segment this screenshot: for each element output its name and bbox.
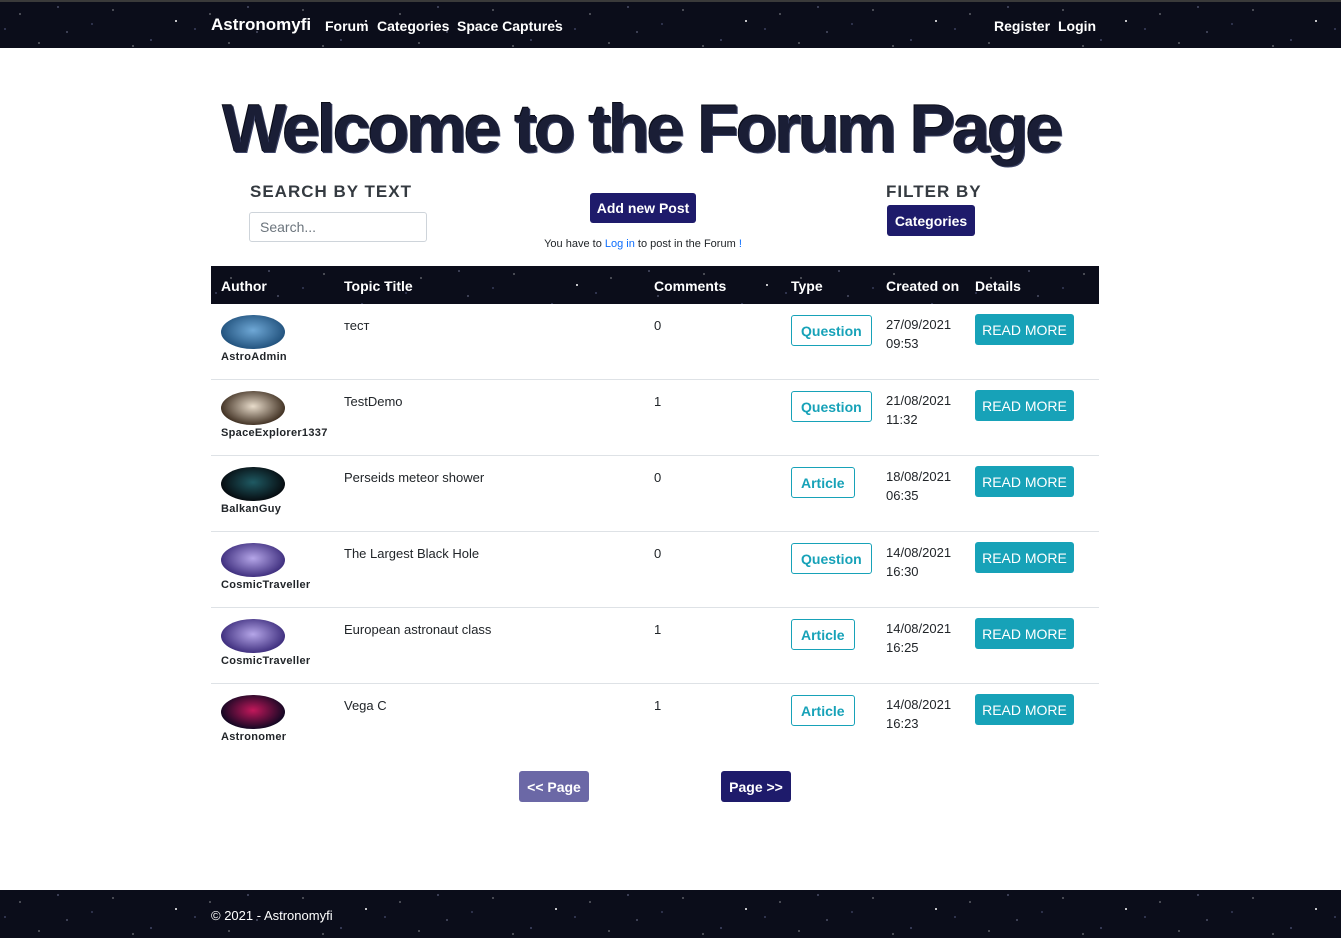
author-name[interactable]: SpaceExplorer1337	[221, 427, 328, 439]
posts-table: Author Topic Title Comments Type Created…	[211, 266, 1099, 760]
search-heading: SEARCH BY TEXT	[250, 182, 412, 201]
table-header: Author Topic Title Comments Type Created…	[211, 266, 1099, 304]
topic-title: European astronaut class	[344, 622, 492, 637]
table-row: AstroAdmin тест 0 Question 27/09/2021 09:53 RE…	[211, 304, 1099, 380]
avatar[interactable]	[221, 467, 285, 501]
nav-link-forum[interactable]: Forum	[325, 18, 369, 34]
type-badge: Article	[791, 695, 855, 726]
footer-copyright: © 2021 - Astronomyfi	[211, 908, 333, 923]
author-name[interactable]: BalkanGuy	[221, 503, 281, 515]
register-link[interactable]: Register	[994, 18, 1050, 34]
comment-count: 0	[654, 470, 662, 485]
notice-text-before: You have to	[544, 238, 602, 250]
created-date: 18/08/2021	[886, 469, 952, 484]
comment-count: 1	[654, 394, 662, 409]
table-body: AstroAdmin тест 0 Question 27/09/2021 09:53 RE…	[211, 304, 1099, 760]
topic-title: Vega C	[344, 698, 387, 713]
header-details: Details	[975, 278, 1021, 294]
avatar[interactable]	[221, 619, 285, 653]
created-on: 14/08/2021 16:30	[886, 543, 951, 581]
created-date: 14/08/2021	[886, 621, 952, 636]
created-on: 14/08/2021 16:25	[886, 619, 951, 657]
prev-page-button[interactable]: << Page	[519, 771, 589, 802]
topic-title: Perseids meteor shower	[344, 470, 485, 485]
footer: © 2021 - Astronomyfi	[0, 890, 1341, 938]
comment-count: 1	[654, 622, 662, 637]
avatar[interactable]	[221, 543, 285, 577]
author-name[interactable]: AstroAdmin	[221, 351, 287, 363]
header-comments: Comments	[654, 278, 727, 294]
author-name[interactable]: CosmicTraveller	[221, 579, 311, 591]
table-row: CosmicTraveller European astronaut class 1…	[211, 608, 1099, 684]
login-link[interactable]: Login	[1058, 18, 1096, 34]
created-date: 14/08/2021	[886, 545, 952, 560]
created-time: 09:53	[886, 336, 919, 351]
created-date: 21/08/2021	[886, 393, 952, 408]
created-time: 16:25	[886, 640, 919, 655]
read-more-button[interactable]: READ MORE	[975, 390, 1074, 421]
notice-text-end: !	[738, 238, 742, 250]
table-row: BalkanGuy Perseids meteor shower 0 Article 1…	[211, 456, 1099, 532]
comment-count: 0	[654, 546, 662, 561]
read-more-button[interactable]: READ MORE	[975, 618, 1074, 649]
read-more-button[interactable]: READ MORE	[975, 466, 1074, 497]
created-on: 14/08/2021 16:23	[886, 695, 951, 733]
author-name[interactable]: Astronomer	[221, 731, 286, 743]
header-created-on: Created on	[886, 278, 960, 294]
avatar[interactable]	[221, 391, 285, 425]
next-page-button[interactable]: Page >>	[721, 771, 791, 802]
type-badge: Article	[791, 467, 855, 498]
type-badge: Question	[791, 391, 872, 422]
topic-title: тест	[344, 318, 370, 333]
read-more-button[interactable]: READ MORE	[975, 694, 1074, 725]
created-date: 27/09/2021	[886, 317, 952, 332]
created-on: 27/09/2021 09:53	[886, 315, 951, 353]
header-author: Author	[221, 278, 267, 294]
filter-heading: FILTER BY	[886, 182, 982, 201]
author-name[interactable]: CosmicTraveller	[221, 655, 311, 667]
login-notice: You have to Log in to post in the Forum …	[0, 238, 1286, 250]
created-time: 11:32	[886, 412, 918, 427]
table-row: SpaceExplorer1337 TestDemo 1 Question 21/08/…	[211, 380, 1099, 456]
navbar: Astronomyfi Forum Categories Space Captu…	[0, 0, 1341, 48]
categories-filter-button[interactable]: Categories	[887, 205, 975, 236]
table-row: CosmicTraveller The Largest Black Hole 0 Qu…	[211, 532, 1099, 608]
type-badge: Question	[791, 315, 872, 346]
table-row: Astronomer Vega C 1 Article 14/08/2021 16:23 R…	[211, 684, 1099, 760]
comment-count: 0	[654, 318, 662, 333]
comment-count: 1	[654, 698, 662, 713]
topic-title: The Largest Black Hole	[344, 546, 480, 561]
created-time: 16:30	[886, 564, 919, 579]
avatar[interactable]	[221, 695, 285, 729]
topic-title: TestDemo	[344, 394, 403, 409]
add-new-post-button[interactable]: Add new Post	[590, 193, 696, 223]
read-more-button[interactable]: READ MORE	[975, 542, 1074, 573]
created-on: 21/08/2021 11:32	[886, 391, 951, 429]
created-on: 18/08/2021 06:35	[886, 467, 951, 505]
header-topic-title: Topic Title	[344, 278, 413, 294]
avatar[interactable]	[221, 315, 285, 349]
page-title: Welcome to the Forum Page	[222, 91, 1063, 167]
type-badge: Article	[791, 619, 855, 650]
created-date: 14/08/2021	[886, 697, 952, 712]
nav-link-categories[interactable]: Categories	[377, 18, 449, 34]
read-more-button[interactable]: READ MORE	[975, 314, 1074, 345]
notice-text-after: to post in the Forum	[637, 238, 736, 250]
created-time: 16:23	[886, 716, 919, 731]
type-badge: Question	[791, 543, 872, 574]
created-time: 06:35	[886, 488, 919, 503]
login-notice-link[interactable]: Log in	[605, 238, 635, 250]
nav-link-space-captures[interactable]: Space Captures	[457, 18, 563, 34]
header-type: Type	[791, 278, 823, 294]
brand-link[interactable]: Astronomyfi	[211, 15, 311, 35]
